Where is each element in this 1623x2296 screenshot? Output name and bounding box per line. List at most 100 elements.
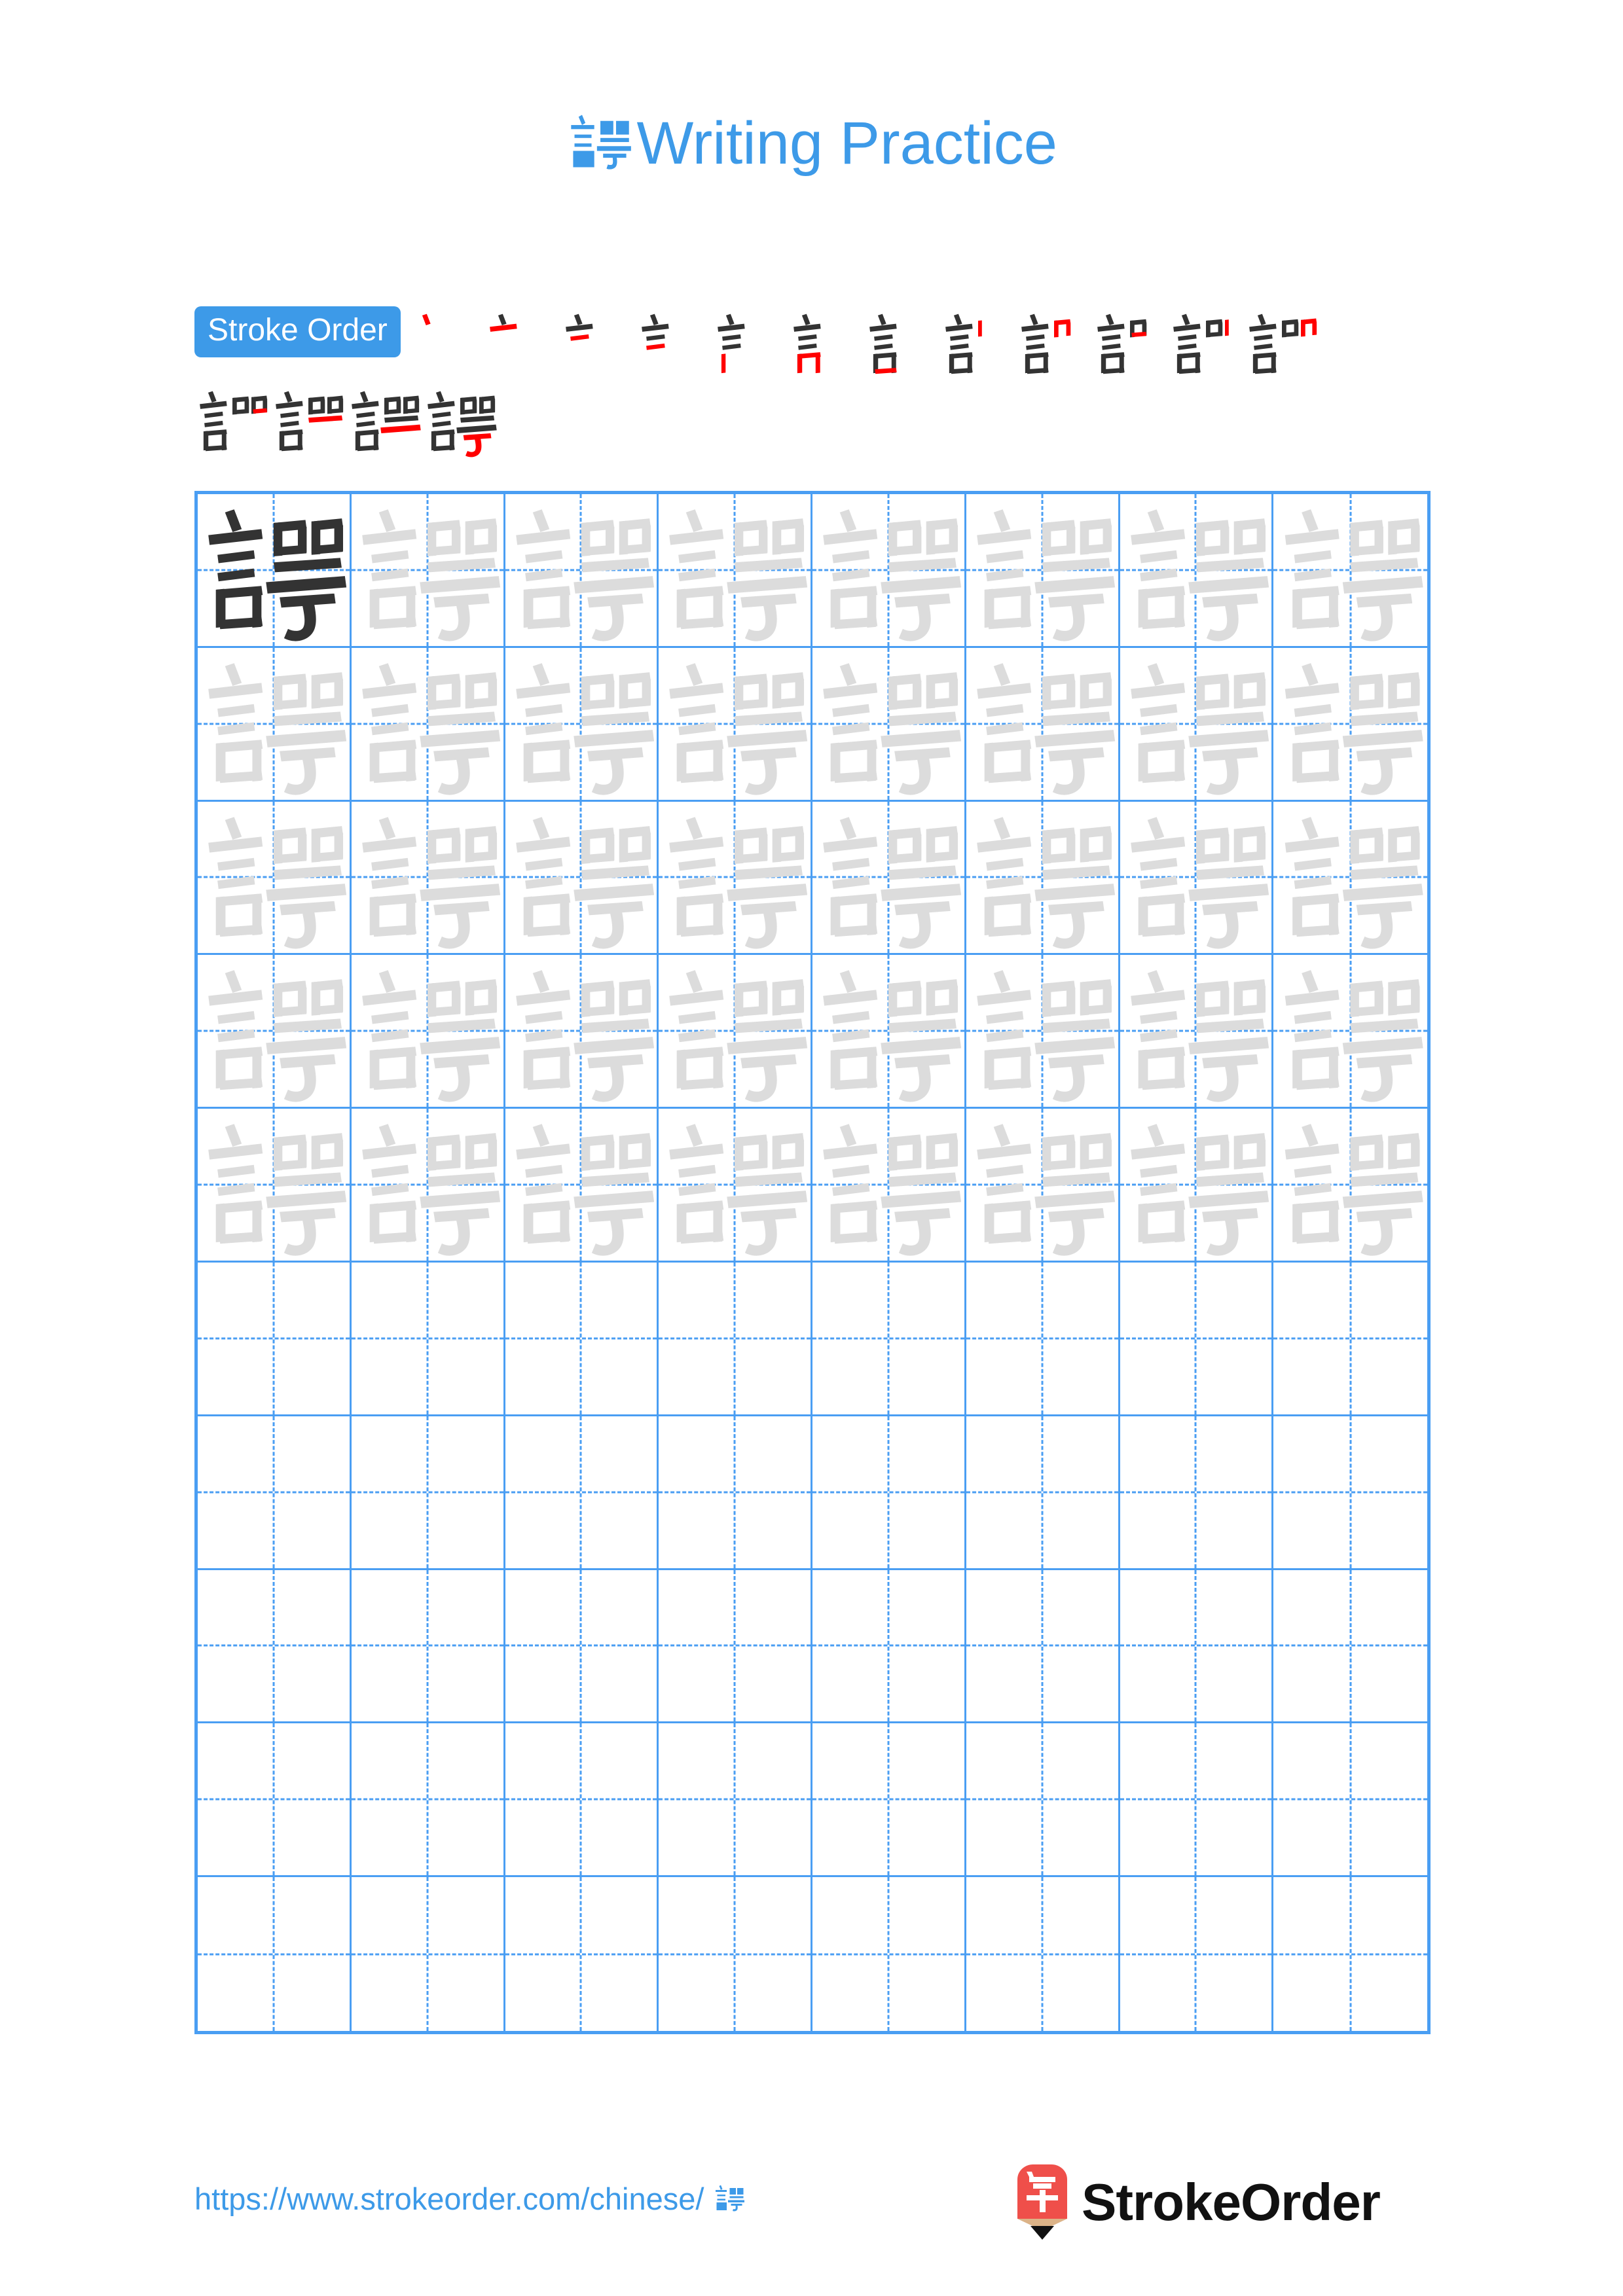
practice-cell-r6-c6[interactable] xyxy=(966,1263,1120,1416)
practice-cell-r5-c6[interactable] xyxy=(966,1109,1120,1263)
practice-cell-r10-c3[interactable] xyxy=(505,1877,659,2031)
practice-cell-r10-c1[interactable] xyxy=(198,1877,352,2031)
practice-cell-r4-c8[interactable] xyxy=(1273,955,1427,1109)
practice-cell-r4-c1[interactable] xyxy=(198,955,352,1109)
guide-horizontal-line xyxy=(966,1798,1118,1801)
trace-character xyxy=(352,955,503,1107)
practice-cell-r3-c2[interactable] xyxy=(351,801,505,956)
practice-cell-r5-c7[interactable] xyxy=(1120,1109,1274,1263)
trace-character xyxy=(198,1109,350,1261)
source-url[interactable]: https://www.strokeorder.com/chinese/ xyxy=(194,2178,746,2217)
practice-cell-r1-c1[interactable] xyxy=(198,494,352,648)
practice-cell-r9-c5[interactable] xyxy=(812,1723,966,1878)
practice-cell-r9-c3[interactable] xyxy=(505,1723,659,1878)
practice-cell-r5-c3[interactable] xyxy=(505,1109,659,1263)
practice-cell-r10-c7[interactable] xyxy=(1120,1877,1274,2031)
practice-cell-r6-c5[interactable] xyxy=(812,1263,966,1416)
practice-cell-r6-c3[interactable] xyxy=(505,1263,659,1416)
practice-cell-r6-c4[interactable] xyxy=(659,1263,812,1416)
practice-cell-r6-c2[interactable] xyxy=(351,1263,505,1416)
practice-cell-r9-c8[interactable] xyxy=(1273,1723,1427,1878)
trace-character xyxy=(1273,648,1427,800)
practice-cell-r4-c7[interactable] xyxy=(1120,955,1274,1109)
practice-cell-r10-c2[interactable] xyxy=(351,1877,505,2031)
practice-cell-r2-c7[interactable] xyxy=(1120,647,1274,802)
practice-cell-r7-c2[interactable] xyxy=(351,1416,505,1570)
practice-cell-r5-c5[interactable] xyxy=(812,1109,966,1263)
practice-cell-r8-c8[interactable] xyxy=(1273,1570,1427,1724)
guide-horizontal-line xyxy=(659,1953,811,1956)
guide-horizontal-line xyxy=(659,1798,811,1801)
practice-cell-r10-c5[interactable] xyxy=(812,1877,966,2031)
practice-cell-r3-c8[interactable] xyxy=(1273,801,1427,956)
practice-cell-r9-c4[interactable] xyxy=(659,1723,812,1878)
practice-cell-r6-c7[interactable] xyxy=(1120,1263,1274,1416)
practice-cell-r8-c4[interactable] xyxy=(659,1570,812,1724)
practice-cell-r8-c5[interactable] xyxy=(812,1570,966,1724)
practice-cell-r1-c7[interactable] xyxy=(1120,494,1274,648)
pencil-logo-icon xyxy=(1013,2162,1071,2242)
practice-cell-r1-c4[interactable] xyxy=(659,494,812,648)
practice-cell-r2-c2[interactable] xyxy=(351,647,505,802)
practice-cell-r1-c3[interactable] xyxy=(505,494,659,648)
practice-cell-r4-c6[interactable] xyxy=(966,955,1120,1109)
practice-cell-r3-c6[interactable] xyxy=(966,801,1120,956)
practice-cell-r5-c2[interactable] xyxy=(351,1109,505,1263)
practice-cell-r8-c1[interactable] xyxy=(198,1570,352,1724)
practice-cell-r4-c2[interactable] xyxy=(351,955,505,1109)
practice-cell-r1-c2[interactable] xyxy=(351,494,505,648)
practice-cell-r7-c3[interactable] xyxy=(505,1416,659,1570)
practice-cell-r2-c5[interactable] xyxy=(812,647,966,802)
practice-cell-r2-c4[interactable] xyxy=(659,647,812,802)
practice-cell-r10-c8[interactable] xyxy=(1273,1877,1427,2031)
page-title: Writing Practice xyxy=(0,110,1623,178)
practice-cell-r2-c1[interactable] xyxy=(198,647,352,802)
practice-cell-r10-c4[interactable] xyxy=(659,1877,812,2031)
guide-horizontal-line xyxy=(966,1337,1118,1340)
practice-cell-r2-c8[interactable] xyxy=(1273,647,1427,802)
practice-cell-r7-c6[interactable] xyxy=(966,1416,1120,1570)
practice-cell-r2-c6[interactable] xyxy=(966,647,1120,802)
guide-horizontal-line xyxy=(198,1337,350,1340)
guide-horizontal-line xyxy=(1273,1953,1427,1956)
practice-cell-r1-c8[interactable] xyxy=(1273,494,1427,648)
practice-cell-r4-c4[interactable] xyxy=(659,955,812,1109)
practice-cell-r4-c5[interactable] xyxy=(812,955,966,1109)
practice-cell-r3-c3[interactable] xyxy=(505,801,659,956)
practice-cell-r9-c1[interactable] xyxy=(198,1723,352,1878)
practice-cell-r9-c2[interactable] xyxy=(351,1723,505,1878)
practice-cell-r6-c8[interactable] xyxy=(1273,1263,1427,1416)
stroke-step-16 xyxy=(422,384,498,459)
practice-cell-r3-c4[interactable] xyxy=(659,801,812,956)
practice-cell-r8-c6[interactable] xyxy=(966,1570,1120,1724)
practice-cell-r5-c1[interactable] xyxy=(198,1109,352,1263)
practice-cell-r5-c4[interactable] xyxy=(659,1109,812,1263)
practice-cell-r8-c2[interactable] xyxy=(351,1570,505,1724)
practice-cell-r6-c1[interactable] xyxy=(198,1263,352,1416)
trace-character xyxy=(505,648,657,800)
practice-cell-r10-c6[interactable] xyxy=(966,1877,1120,2031)
trace-character xyxy=(352,494,503,646)
practice-cell-r8-c7[interactable] xyxy=(1120,1570,1274,1724)
practice-cell-r3-c5[interactable] xyxy=(812,801,966,956)
trace-character xyxy=(198,802,350,954)
practice-cell-r1-c5[interactable] xyxy=(812,494,966,648)
guide-horizontal-line xyxy=(812,1644,964,1647)
practice-cell-r7-c5[interactable] xyxy=(812,1416,966,1570)
practice-cell-r3-c7[interactable] xyxy=(1120,801,1274,956)
practice-cell-r9-c6[interactable] xyxy=(966,1723,1120,1878)
brand-footer[interactable]: StrokeOrder xyxy=(1013,2162,1381,2242)
practice-cell-r7-c7[interactable] xyxy=(1120,1416,1274,1570)
practice-cell-r5-c8[interactable] xyxy=(1273,1109,1427,1263)
practice-cell-r9-c7[interactable] xyxy=(1120,1723,1274,1878)
practice-cell-r1-c6[interactable] xyxy=(966,494,1120,648)
practice-cell-r4-c3[interactable] xyxy=(505,955,659,1109)
practice-cell-r7-c8[interactable] xyxy=(1273,1416,1427,1570)
practice-cell-r7-c4[interactable] xyxy=(659,1416,812,1570)
practice-cell-r8-c3[interactable] xyxy=(505,1570,659,1724)
guide-horizontal-line xyxy=(505,1644,657,1647)
practice-cell-r7-c1[interactable] xyxy=(198,1416,352,1570)
practice-cell-r2-c3[interactable] xyxy=(505,647,659,802)
stroke-step-8 xyxy=(940,306,1016,382)
practice-cell-r3-c1[interactable] xyxy=(198,801,352,956)
